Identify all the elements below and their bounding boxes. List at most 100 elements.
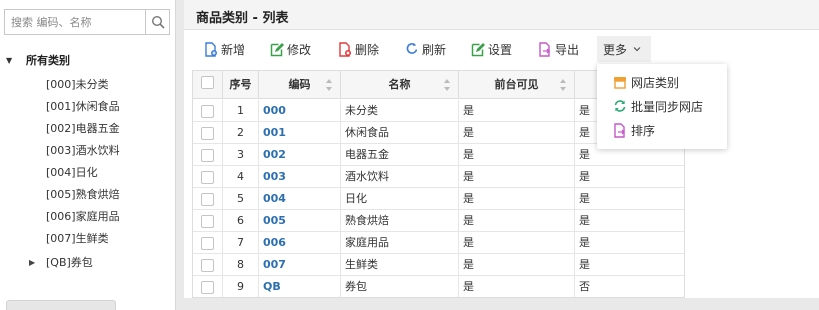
add-button[interactable]: 新增 [204,36,245,62]
toolbar: 新增 修改 删除 刷新 设置 导出 更多 [184,36,819,62]
table-row[interactable]: 5 004 日化是是 [193,188,684,210]
header-visible-label: 前台可见 [494,78,539,91]
row-checkbox[interactable] [201,237,214,250]
cell-visible: 是 [459,210,575,232]
cell-visible: 是 [459,254,575,276]
cell-visible: 是 [459,144,575,166]
row-checkbox[interactable] [201,215,214,228]
horizontal-scrollbar[interactable] [6,300,116,310]
main-panel: 商品类别 - 列表 新增 修改 删除 刷新 设置 导出 更多 序号 编码 名称 … [184,0,819,310]
caret-down-icon[interactable]: ▼ [6,56,20,65]
cell-visible: 是 [459,100,575,122]
row-checkbox[interactable] [201,281,214,294]
panel-splitter[interactable] [176,0,184,310]
tree-item-label: [005]熟食烘焙 [46,188,120,201]
row-select-cell [193,232,223,254]
cell-seq: 7 [223,232,259,254]
search-button[interactable] [145,10,169,34]
cell-visible: 是 [459,232,575,254]
settings-edit-icon [471,42,485,56]
cell-name: 未分类 [341,100,459,122]
cell-seq: 5 [223,188,259,210]
cell-name: 生鲜类 [341,254,459,276]
cell-code[interactable]: 000 [259,100,341,122]
sort-icon[interactable] [326,79,332,91]
tree-item[interactable]: [000]未分类 [46,77,109,93]
cell-code[interactable]: 001 [259,122,341,144]
header-visible[interactable]: 前台可见 [459,71,575,99]
row-select-cell [193,122,223,144]
header-code[interactable]: 编码 [259,71,341,99]
tree-item-label: [001]休闲食品 [46,100,120,113]
row-checkbox[interactable] [201,193,214,206]
table-row[interactable]: 6 005 熟食烘焙是是 [193,210,684,232]
menu-item-store-category[interactable]: 网店类别 [613,72,679,92]
cell-code[interactable]: QB [259,276,341,297]
table-row[interactable]: 7 006 家庭用品是是 [193,232,684,254]
cell-extra: 是 [579,236,590,249]
tree-item[interactable]: [002]电器五金 [46,121,120,137]
cell-extra: 是 [579,170,590,183]
sync-icon [614,100,626,112]
tree-root-all-categories[interactable]: ▼ 所有类别 [6,52,70,68]
cell-code[interactable]: 005 [259,210,341,232]
search-input[interactable] [5,10,145,34]
settings-button[interactable]: 设置 [471,36,512,62]
refresh-button[interactable]: 刷新 [405,36,446,62]
row-checkbox[interactable] [201,105,214,118]
tree-item[interactable]: [003]酒水饮料 [46,143,120,159]
tree-item[interactable]: [005]熟食烘焙 [46,187,120,203]
export-icon [539,41,550,57]
row-checkbox[interactable] [201,259,214,272]
edit-label: 修改 [287,42,312,57]
more-dropdown-button[interactable]: 更多 [597,36,652,62]
sort-icon[interactable] [444,79,450,91]
store-icon [614,77,626,89]
row-checkbox[interactable] [201,127,214,140]
cell-name: 日化 [341,188,459,210]
cell-visible: 是 [459,166,575,188]
menu-item-label: 批量同步网店 [631,99,704,114]
page-title-bar: 商品类别 - 列表 [184,0,819,30]
cell-seq: 2 [223,122,259,144]
cell-code[interactable]: 002 [259,144,341,166]
cell-code[interactable]: 003 [259,166,341,188]
add-doc-icon [205,41,217,57]
tree-item-label: [004]日化 [46,166,98,179]
cell-code[interactable]: 006 [259,232,341,254]
cell-visible: 是 [459,122,575,144]
tree-item[interactable]: [004]日化 [46,165,98,181]
select-all-checkbox[interactable] [201,76,214,89]
menu-item-batch-sync[interactable]: 批量同步网店 [613,96,703,116]
tree-item-label: [007]生鲜类 [46,232,109,245]
tree-item[interactable]: [006]家庭用品 [46,209,120,225]
edit-button[interactable]: 修改 [270,36,311,62]
cell-name: 券包 [341,276,459,297]
category-tree-panel: ▼ 所有类别 [000]未分类 [001]休闲食品 [002]电器五金 [003… [0,0,176,310]
row-checkbox[interactable] [201,171,214,184]
sort-icon[interactable] [560,79,566,91]
row-checkbox[interactable] [201,149,214,162]
cell-code[interactable]: 004 [259,188,341,210]
cell-name: 熟食烘焙 [341,210,459,232]
export-button[interactable]: 导出 [538,36,579,62]
cell-name: 家庭用品 [341,232,459,254]
tree-item[interactable]: [001]休闲食品 [46,99,120,115]
cell-code[interactable]: 007 [259,254,341,276]
table-row[interactable]: 8 007 生鲜类是是 [193,254,684,276]
refresh-label: 刷新 [422,42,447,57]
caret-right-icon[interactable]: ▶ [29,255,35,271]
tree-item[interactable]: [007]生鲜类 [46,231,109,247]
row-select-cell [193,188,223,210]
delete-button[interactable]: 删除 [338,36,379,62]
header-code-label: 编码 [288,78,311,91]
cell-extra: 是 [579,258,590,271]
menu-item-sort[interactable]: 排序 [613,120,655,140]
row-select-cell [193,166,223,188]
tree-item[interactable]: ▶ [QB]券包 [29,255,93,271]
search-icon [151,15,165,29]
table-row[interactable]: 9 QB 券包是否 [193,276,684,297]
tree-item-label: [000]未分类 [46,78,109,91]
header-name[interactable]: 名称 [341,71,459,99]
table-row[interactable]: 4 003 酒水饮料是是 [193,166,684,188]
